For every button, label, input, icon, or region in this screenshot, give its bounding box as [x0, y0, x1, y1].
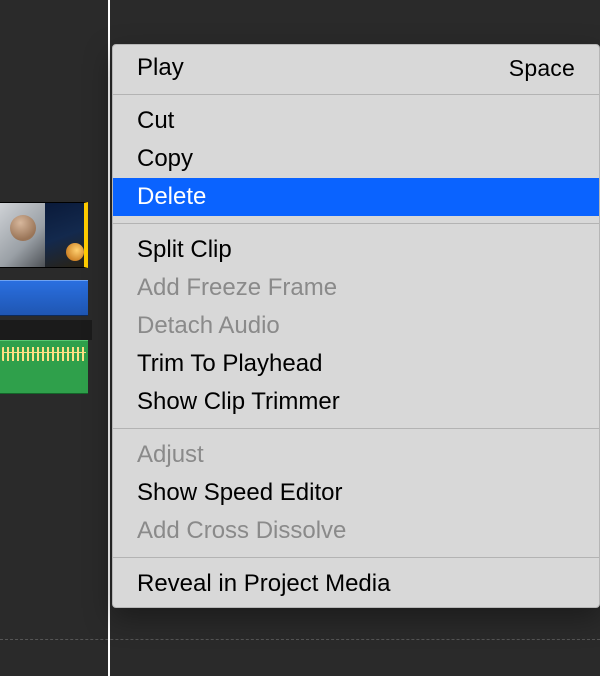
context-menu: Play Space Cut Copy Delete Split Clip Ad… — [112, 44, 600, 608]
menu-item-show-speed-editor[interactable]: Show Speed Editor — [113, 474, 599, 512]
audio-clip[interactable] — [0, 340, 88, 394]
menu-item-add-cross-dissolve: Add Cross Dissolve — [113, 512, 599, 550]
menu-item-label: Play — [137, 53, 184, 83]
timeline-guide — [0, 639, 600, 640]
clip-thumbnail-icon — [0, 203, 45, 267]
menu-item-label: Trim To Playhead — [137, 349, 322, 379]
menu-item-delete[interactable]: Delete — [113, 178, 599, 216]
menu-separator — [113, 557, 599, 558]
timeline-area: Play Space Cut Copy Delete Split Clip Ad… — [0, 0, 600, 676]
menu-item-add-freeze-frame: Add Freeze Frame — [113, 269, 599, 307]
playhead[interactable] — [108, 0, 110, 676]
menu-item-detach-audio: Detach Audio — [113, 307, 599, 345]
menu-item-show-clip-trimmer[interactable]: Show Clip Trimmer — [113, 383, 599, 421]
menu-item-label: Cut — [137, 106, 174, 136]
menu-item-label: Reveal in Project Media — [137, 569, 390, 599]
menu-item-label: Detach Audio — [137, 311, 280, 341]
menu-item-adjust: Adjust — [113, 436, 599, 474]
audio-waveform-icon — [2, 347, 86, 361]
menu-item-label: Delete — [137, 182, 206, 212]
menu-item-cut[interactable]: Cut — [113, 102, 599, 140]
video-clip[interactable] — [0, 202, 88, 268]
menu-item-label: Show Clip Trimmer — [137, 387, 340, 417]
menu-item-label: Copy — [137, 144, 193, 174]
clip-thumbnail-icon — [45, 203, 88, 267]
menu-item-trim-to-playhead[interactable]: Trim To Playhead — [113, 345, 599, 383]
menu-item-label: Adjust — [137, 440, 204, 470]
menu-item-split-clip[interactable]: Split Clip — [113, 231, 599, 269]
menu-item-label: Add Cross Dissolve — [137, 516, 346, 546]
menu-separator — [113, 428, 599, 429]
menu-item-label: Add Freeze Frame — [137, 273, 337, 303]
menu-separator — [113, 223, 599, 224]
menu-item-shortcut: Space — [509, 53, 575, 83]
menu-item-label: Show Speed Editor — [137, 478, 342, 508]
menu-item-play[interactable]: Play Space — [113, 49, 599, 87]
menu-item-reveal-in-project-media[interactable]: Reveal in Project Media — [113, 565, 599, 603]
menu-separator — [113, 94, 599, 95]
track-gap — [0, 320, 92, 340]
clip-audio-lane[interactable] — [0, 280, 88, 316]
menu-item-label: Split Clip — [137, 235, 232, 265]
menu-item-copy[interactable]: Copy — [113, 140, 599, 178]
